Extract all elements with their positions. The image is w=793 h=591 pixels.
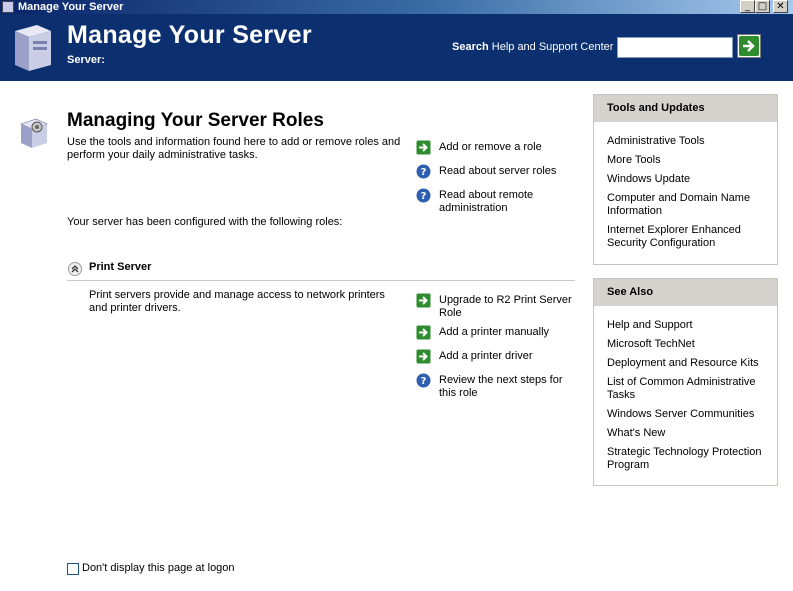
- svg-text:?: ?: [421, 191, 427, 202]
- action-label[interactable]: Read about remote administration: [439, 189, 559, 215]
- arrow-icon: [416, 325, 431, 340]
- close-button[interactable]: ✕: [773, 0, 788, 13]
- help-icon: ?: [416, 164, 431, 179]
- search-go-button[interactable]: [737, 34, 761, 58]
- link-whats-new[interactable]: What's New: [607, 427, 767, 440]
- role-title: Print Server: [89, 261, 152, 273]
- link-microsoft-technet[interactable]: Microsoft TechNet: [607, 338, 767, 351]
- search-label-rest: Help and Support Center: [488, 41, 614, 53]
- help-icon: ?: [416, 188, 431, 203]
- svg-text:?: ?: [421, 376, 427, 387]
- arrow-icon: [416, 140, 431, 155]
- main-heading: Managing Your Server Roles: [67, 110, 324, 131]
- collapse-chevron-icon[interactable]: [68, 262, 82, 276]
- server-icon: [15, 25, 51, 71]
- action-label[interactable]: Add or remove a role: [439, 141, 579, 154]
- see-also-heading: See Also: [594, 279, 777, 306]
- link-more-tools[interactable]: More Tools: [607, 154, 767, 167]
- action-label[interactable]: Upgrade to R2 Print Server Role: [439, 294, 579, 320]
- search-input[interactable]: [617, 37, 733, 58]
- window-title: Manage Your Server: [18, 1, 124, 13]
- tools-updates-panel: Tools and Updates Administrative Tools M…: [593, 94, 778, 265]
- link-ie-enhanced-security[interactable]: Internet Explorer Enhanced Security Conf…: [607, 224, 767, 250]
- link-administrative-tools[interactable]: Administrative Tools: [607, 135, 767, 148]
- arrow-icon: [416, 293, 431, 308]
- see-also-panel: See Also Help and Support Microsoft Tech…: [593, 278, 778, 486]
- action-label[interactable]: Review the next steps for this role: [439, 374, 574, 400]
- main-description: Use the tools and information found here…: [67, 136, 401, 161]
- action-label[interactable]: Read about server roles: [439, 165, 579, 178]
- link-computer-domain-name[interactable]: Computer and Domain Name Information: [607, 192, 767, 218]
- search-label-bold: Search: [452, 41, 489, 53]
- role-description: Print servers provide and manage access …: [89, 289, 385, 314]
- link-windows-update[interactable]: Windows Update: [607, 173, 767, 186]
- action-label[interactable]: Add a printer manually: [439, 326, 579, 339]
- help-icon: ?: [416, 373, 431, 388]
- link-deployment-resource-kits[interactable]: Deployment and Resource Kits: [607, 357, 767, 370]
- minimize-button[interactable]: _: [740, 0, 755, 13]
- role-divider: [67, 280, 575, 281]
- dont-display-checkbox[interactable]: [67, 563, 79, 575]
- maximize-button[interactable]: □: [755, 0, 770, 13]
- link-help-support[interactable]: Help and Support: [607, 319, 767, 332]
- configured-roles-text: Your server has been configured with the…: [67, 216, 343, 228]
- page-title: Manage Your Server: [67, 21, 312, 49]
- header-banner: Manage Your Server Server: Search Help a…: [0, 14, 793, 81]
- window-title-bar[interactable]: Manage Your Server _ □ ✕: [0, 0, 793, 14]
- tools-updates-heading: Tools and Updates: [594, 95, 777, 122]
- svg-text:?: ?: [421, 167, 427, 178]
- action-label[interactable]: Add a printer driver: [439, 350, 579, 363]
- link-strategic-tech-protection[interactable]: Strategic Technology Protection Program: [607, 446, 767, 472]
- go-arrow-icon: [739, 36, 759, 56]
- app-icon: [2, 1, 14, 13]
- search-label: Search Help and Support Center: [452, 41, 613, 53]
- server-roles-icon: [20, 118, 48, 148]
- arrow-icon: [416, 349, 431, 364]
- link-server-communities[interactable]: Windows Server Communities: [607, 408, 767, 421]
- server-name-label: Server:: [67, 54, 105, 66]
- link-common-admin-tasks[interactable]: List of Common Administrative Tasks: [607, 376, 767, 402]
- dont-display-label[interactable]: Don't display this page at logon: [82, 562, 235, 574]
